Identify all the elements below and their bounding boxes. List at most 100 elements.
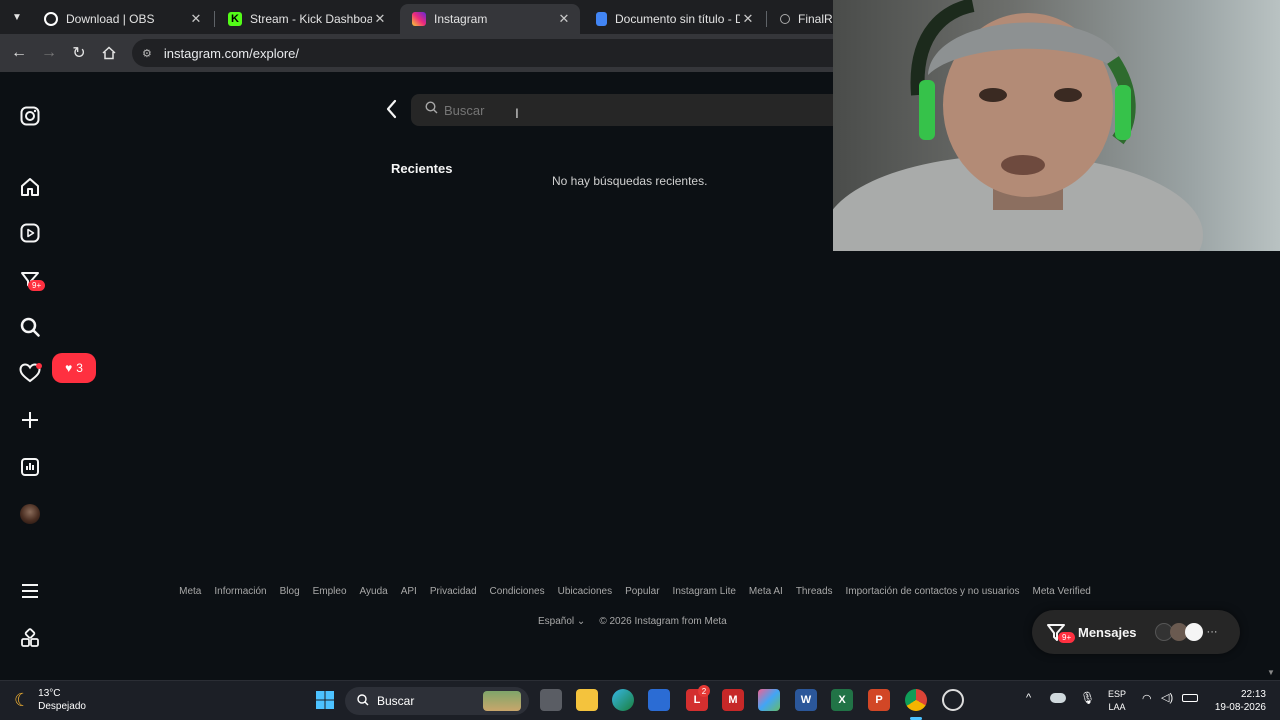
onedrive-icon[interactable] <box>1050 693 1066 703</box>
powerpoint-icon[interactable]: P <box>868 689 890 711</box>
search-box[interactable] <box>411 94 851 126</box>
back-chevron-icon[interactable] <box>383 98 401 120</box>
excel-icon[interactable]: X <box>831 689 853 711</box>
language-select[interactable]: Español ⌄ <box>538 616 585 627</box>
footer-link[interactable]: Popular <box>625 586 659 597</box>
language-indicator[interactable]: ESP LAA <box>1108 688 1126 714</box>
notification-badge: 2 <box>698 685 710 697</box>
copilot-icon[interactable] <box>758 689 780 711</box>
footer-link[interactable]: Condiciones <box>490 586 545 597</box>
finalrep-icon <box>780 14 790 24</box>
footer-link[interactable]: Empleo <box>313 586 347 597</box>
reels-icon[interactable] <box>18 221 42 245</box>
chart-icon[interactable] <box>18 455 42 479</box>
avatar[interactable] <box>18 502 42 526</box>
recent-heading: Recientes <box>391 161 453 176</box>
tab-docs[interactable]: Documento sin título - Docu ✕ <box>584 4 764 34</box>
tab-label: Download | OBS <box>66 12 155 26</box>
tab-search-dropdown-icon[interactable]: ▼ <box>8 8 26 26</box>
search-icon[interactable] <box>18 315 42 339</box>
footer-link[interactable]: Meta <box>179 586 201 597</box>
notification-dot <box>36 363 42 369</box>
message-avatars: ··· <box>1154 623 1218 641</box>
weather-widget[interactable]: ☾ 13°C Despejado <box>14 687 86 713</box>
tab-obs[interactable]: Download | OBS ✕ <box>32 4 212 34</box>
messages-label: Mensajes <box>1078 624 1137 640</box>
footer-link[interactable]: Meta Verified <box>1033 586 1091 597</box>
tab-kick[interactable]: K Stream - Kick Dashboard ✕ <box>216 4 396 34</box>
close-icon[interactable]: ✕ <box>372 11 388 27</box>
footer-link[interactable]: Importación de contactos y no usuarios <box>846 586 1020 597</box>
language-top: ESP <box>1108 689 1127 699</box>
notification-popup[interactable]: ♥ 3 <box>52 353 96 383</box>
search-highlight-image <box>483 691 521 711</box>
volume-icon[interactable]: ◁) <box>1161 691 1173 704</box>
back-arrow-icon[interactable]: ← <box>7 41 31 65</box>
tab-divider <box>214 11 215 27</box>
moon-icon: ☾ <box>14 689 31 710</box>
url-text: instagram.com/explore/ <box>163 45 299 61</box>
taskbar-search[interactable]: Buscar <box>345 687 529 715</box>
text-cursor-icon: I <box>515 105 519 121</box>
wifi-icon[interactable]: ◠ <box>1142 692 1152 705</box>
messages-pill[interactable]: 9+ Mensajes ··· <box>1032 610 1240 654</box>
chevron-down-icon: ⌄ <box>576 616 586 627</box>
scroll-down-arrow-icon[interactable]: ▼ <box>1267 668 1275 677</box>
word-icon[interactable]: W <box>795 689 817 711</box>
file-explorer-icon[interactable] <box>576 689 598 711</box>
store-icon[interactable] <box>648 689 670 711</box>
tab-label: Instagram <box>434 12 488 26</box>
messages-pill-badge: 9+ <box>1058 632 1076 643</box>
footer-link[interactable]: Threads <box>796 586 833 597</box>
clock[interactable]: 22:13 19-08-2026 <box>1210 688 1266 714</box>
tab-label: Stream - Kick Dashboard <box>250 12 372 26</box>
obs-icon[interactable] <box>942 689 964 711</box>
chrome-icon[interactable] <box>905 689 927 711</box>
obs-icon <box>44 12 58 26</box>
battery-icon[interactable] <box>1182 694 1198 702</box>
search-input[interactable] <box>444 102 744 118</box>
footer-link[interactable]: Información <box>214 586 266 597</box>
messages-badge: 9+ <box>28 280 46 291</box>
chevron-up-icon[interactable]: ^ <box>1026 692 1031 704</box>
windows-start-icon[interactable] <box>314 689 336 711</box>
home-button-icon[interactable] <box>97 41 121 65</box>
heart-filled-icon: ♥ <box>65 361 73 375</box>
close-icon[interactable]: ✕ <box>740 11 756 27</box>
copyright-text: © 2026 Instagram from Meta <box>599 616 727 627</box>
tab-label: FinalRep <box>798 12 838 26</box>
footer-link[interactable]: Blog <box>280 586 300 597</box>
site-info-icon[interactable]: ⚙ <box>142 47 152 60</box>
instagram-icon <box>412 12 426 26</box>
taskbar-search-label: Buscar <box>377 694 415 708</box>
microphone-icon[interactable]: 🎙 <box>1080 691 1095 705</box>
footer-link[interactable]: Ubicaciones <box>558 586 612 597</box>
time: 22:13 <box>1240 689 1266 700</box>
plus-icon[interactable] <box>18 408 42 432</box>
home-icon[interactable] <box>18 175 42 199</box>
also-from-meta-icon[interactable] <box>18 626 42 650</box>
tab-finalrep[interactable]: FinalRep <box>768 4 838 34</box>
close-icon[interactable]: ✕ <box>188 11 204 27</box>
footer-link[interactable]: API <box>401 586 417 597</box>
mcafee-icon[interactable]: M <box>722 689 744 711</box>
reload-icon[interactable]: ↻ <box>67 41 91 65</box>
instagram-logo-icon[interactable] <box>18 104 42 128</box>
footer-link[interactable]: Instagram Lite <box>673 586 736 597</box>
address-bar[interactable]: ⚙ instagram.com/explore/ <box>132 39 892 67</box>
language-bottom: LAA <box>1108 702 1126 712</box>
edge-icon[interactable] <box>612 689 634 711</box>
footer-link[interactable]: Privacidad <box>430 586 477 597</box>
forward-arrow-icon[interactable]: → <box>37 41 61 65</box>
footer-link[interactable]: Meta AI <box>749 586 783 597</box>
more-icon: ··· <box>1206 626 1218 638</box>
footer-bottom: Español ⌄ © 2026 Instagram from Meta <box>538 616 727 627</box>
avatar <box>1184 623 1203 641</box>
close-icon[interactable]: ✕ <box>556 11 572 27</box>
taskbar: ☾ 13°C Despejado Buscar L 2 M W X P ^ 🎙 … <box>0 680 1280 720</box>
tab-label: Documento sin título - Docu <box>615 12 740 26</box>
webcam-overlay <box>833 0 1280 251</box>
task-view-icon[interactable] <box>540 689 562 711</box>
tab-instagram[interactable]: Instagram ✕ <box>400 4 580 34</box>
footer-link[interactable]: Ayuda <box>360 586 388 597</box>
